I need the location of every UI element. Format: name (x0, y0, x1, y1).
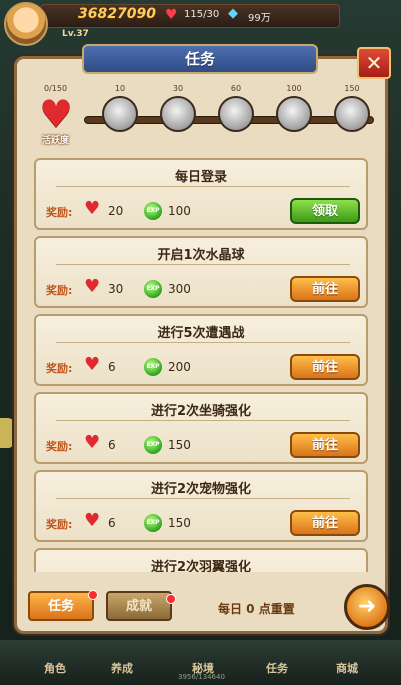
task-title: 进行2次宠物强化 (150, 482, 252, 497)
heart-reward: 6 (108, 516, 116, 530)
tab-achievements[interactable]: 成就 (106, 591, 172, 621)
side-menu-toggle[interactable] (0, 418, 14, 448)
go-arrow-button[interactable]: ➜ (344, 584, 390, 630)
stamina-heart-icon: ♥ (165, 7, 178, 23)
task-row: 每日登录 奖励: ♥ 20 EXP 100 领取 (34, 158, 368, 230)
task-list[interactable]: 每日登录 奖励: ♥ 20 EXP 100 领取 开启1次水晶球 奖励: ♥ 3… (34, 158, 368, 572)
exp-reward: 150 (168, 516, 191, 530)
task-row: 进行2次坐骑强化 奖励: ♥ 6 EXP 150 前往 (34, 392, 368, 464)
activity-label: 活跃度 (42, 136, 70, 146)
milestone-chest-icon[interactable] (218, 96, 254, 132)
stamina-count: 115/30 (184, 9, 220, 20)
tab-tasks[interactable]: 任务 (28, 591, 94, 621)
task-row: 进行5次遭遇战 奖励: ♥ 6 EXP 200 前往 (34, 314, 368, 386)
close-icon: ✕ (365, 51, 383, 75)
reset-notice: 每日 0 点重置 (218, 602, 295, 616)
reward-label: 奖励: (46, 362, 73, 375)
activity-progress: 0/150 ♥ 活跃度 10 30 60 100 150 (26, 82, 378, 152)
top-hud: Lv.37 36827090 ♥ 115/30 ◆ 99万 (0, 0, 401, 46)
exp-icon: EXP (144, 514, 162, 532)
exp-reward: 200 (168, 360, 191, 374)
task-title: 进行2次羽翼强化 (150, 560, 252, 572)
task-row: 进行2次羽翼强化 (34, 548, 368, 572)
nav-item-character[interactable]: 角色 (30, 660, 80, 676)
exp-icon: EXP (144, 202, 162, 220)
exp-reward: 150 (168, 438, 191, 452)
exp-reward: 100 (168, 204, 191, 218)
task-title: 进行2次坐骑强化 (150, 404, 252, 419)
milestone-chest-icon[interactable] (276, 96, 312, 132)
go-button[interactable]: 前往 (290, 510, 360, 536)
divider (56, 342, 350, 343)
heart-icon: ♥ (84, 276, 101, 297)
reward-label: 奖励: (46, 518, 73, 531)
heart-reward: 20 (108, 204, 124, 218)
player-avatar[interactable] (4, 2, 48, 46)
reward-label: 奖励: (46, 284, 73, 297)
milestone-label: 100 (286, 84, 302, 93)
close-button[interactable]: ✕ (357, 47, 391, 79)
milestone-chest-icon[interactable] (160, 96, 196, 132)
nav-item-develop[interactable]: 养成 (97, 660, 147, 676)
heart-icon: ♥ (84, 510, 101, 531)
go-button[interactable]: 前往 (290, 432, 360, 458)
reward-label: 奖励: (46, 440, 73, 453)
panel-title-bar: 任务 (82, 44, 318, 74)
task-title: 进行5次遭遇战 (157, 326, 245, 341)
divider (56, 186, 350, 187)
go-button[interactable]: 前往 (290, 276, 360, 302)
task-title: 每日登录 (174, 170, 227, 185)
heart-reward: 6 (108, 360, 116, 374)
gem-count: 99万 (248, 13, 271, 24)
nav-item-tasks[interactable]: 任务 (252, 660, 302, 676)
nav-sub-text: 3956/134640 (178, 673, 225, 681)
notification-dot (88, 590, 98, 600)
activity-heart-icon: ♥ (38, 92, 74, 136)
reward-label: 奖励: (46, 206, 73, 219)
milestone-chest-icon[interactable] (334, 96, 370, 132)
divider (56, 264, 350, 265)
claim-button[interactable]: 领取 (290, 198, 360, 224)
divider (56, 498, 350, 499)
go-button[interactable]: 前往 (290, 354, 360, 380)
heart-icon: ♥ (84, 432, 101, 453)
milestone-label: 150 (344, 84, 360, 93)
milestone-label: 30 (172, 84, 184, 93)
heart-reward: 6 (108, 438, 116, 452)
task-row: 进行2次宠物强化 奖励: ♥ 6 EXP 150 前往 (34, 470, 368, 542)
heart-reward: 30 (108, 282, 124, 296)
milestone-label: 10 (114, 84, 126, 93)
heart-icon: ♥ (84, 354, 101, 375)
arrow-icon: ➜ (357, 594, 377, 619)
heart-icon: ♥ (84, 198, 101, 219)
exp-icon: EXP (144, 280, 162, 298)
nav-item-shop[interactable]: 商城 (322, 660, 372, 676)
gold-count: 36827090 (78, 6, 156, 22)
milestone-label: 60 (230, 84, 242, 93)
task-row: 开启1次水晶球 奖励: ♥ 30 EXP 300 前往 (34, 236, 368, 308)
milestone-chest-icon[interactable] (102, 96, 138, 132)
exp-icon: EXP (144, 436, 162, 454)
player-level: Lv.37 (62, 29, 89, 39)
panel-title: 任务 (184, 50, 215, 68)
exp-icon: EXP (144, 358, 162, 376)
notification-dot (166, 594, 176, 604)
divider (56, 420, 350, 421)
task-title: 开启1次水晶球 (157, 248, 245, 263)
exp-reward: 300 (168, 282, 191, 296)
gem-icon: ◆ (228, 6, 238, 21)
